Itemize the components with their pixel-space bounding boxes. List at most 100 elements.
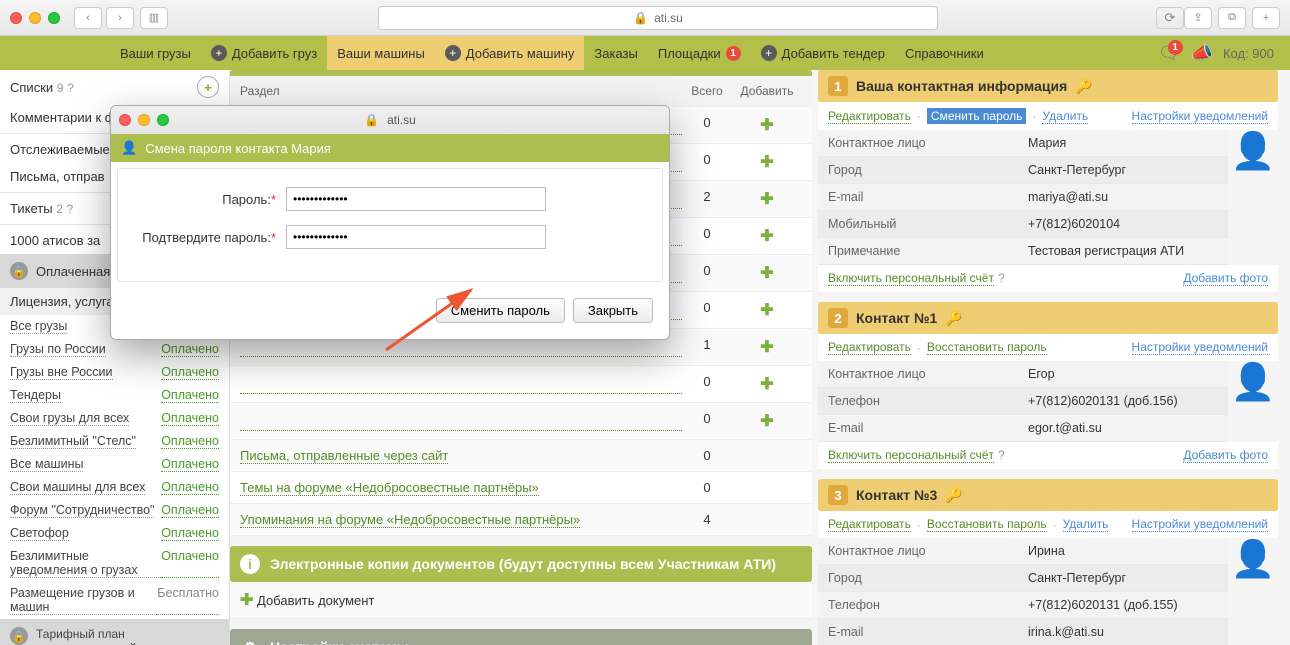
- change-password-button[interactable]: Сменить пароль: [436, 298, 565, 323]
- add-button[interactable]: ✚: [732, 411, 802, 431]
- add-button[interactable]: ✚: [732, 263, 802, 283]
- service-link[interactable]: Все грузы: [10, 319, 67, 334]
- service-link[interactable]: Свои машины для всех: [10, 480, 145, 495]
- messages-icon[interactable]: 🗨1: [1158, 43, 1181, 64]
- reload-button[interactable]: ⟳: [1156, 7, 1184, 29]
- add-button[interactable]: ✚: [732, 115, 802, 135]
- service-link[interactable]: Безлимитные уведомления о грузах: [10, 549, 161, 578]
- edit-link[interactable]: Редактировать: [828, 517, 911, 532]
- sidebar-service-item[interactable]: Грузы вне РоссииОплачено: [0, 361, 229, 384]
- restore-password-link[interactable]: Восстановить пароль: [927, 517, 1047, 532]
- add-button[interactable]: ✚: [732, 374, 802, 394]
- section-link[interactable]: Письма, отправленные через сайт: [240, 448, 448, 464]
- nav-add-cargo[interactable]: +Добавить груз: [201, 36, 327, 70]
- sidebar-service-item[interactable]: ТендерыОплачено: [0, 384, 229, 407]
- nav-orders[interactable]: Заказы: [584, 36, 647, 70]
- delete-link[interactable]: Удалить: [1063, 517, 1109, 532]
- enable-personal-link[interactable]: Включить персональный счёт: [828, 448, 994, 463]
- add-button[interactable]: ✚: [732, 189, 802, 209]
- section-link[interactable]: Упоминания на форуме «Недобросовестные п…: [240, 512, 580, 528]
- edit-link[interactable]: Редактировать: [828, 340, 911, 355]
- nav-add-tender[interactable]: +Добавить тендер: [751, 36, 895, 70]
- card-footer: Включить персональный счёт ?Добавить фот…: [818, 265, 1278, 292]
- sidebar-tariff-sms[interactable]: 🔒Тарифный план sms-уведомлений: [0, 619, 229, 645]
- sidebar-service-item[interactable]: Размещение грузов и машинБесплатно: [0, 582, 229, 619]
- restore-password-link[interactable]: Восстановить пароль: [927, 340, 1047, 355]
- service-link[interactable]: Тендеры: [10, 388, 61, 403]
- section-link[interactable]: [240, 374, 682, 394]
- row-total: 0: [682, 152, 732, 172]
- confirm-password-input[interactable]: [286, 225, 546, 249]
- modal-url: ati.su: [387, 113, 416, 127]
- sidebar-service-item[interactable]: Свои грузы для всехОплачено: [0, 407, 229, 430]
- modal-close-icon[interactable]: [119, 114, 131, 126]
- notifications-link[interactable]: Настройки уведомлений: [1132, 517, 1268, 532]
- add-button[interactable]: ✚: [732, 226, 802, 246]
- section-link[interactable]: [240, 411, 682, 431]
- add-document-button[interactable]: ✚ Добавить документ: [230, 582, 812, 619]
- nav-your-cargo[interactable]: Ваши грузы: [110, 36, 201, 70]
- contact-card-header: 1Ваша контактная информация 🔑: [818, 70, 1278, 102]
- notifications-link[interactable]: Настройки уведомлений: [1132, 109, 1268, 124]
- nav-your-trucks[interactable]: Ваши машины: [327, 36, 435, 70]
- enable-personal-link[interactable]: Включить персональный счёт: [828, 271, 994, 286]
- user-icon: 👤: [121, 140, 137, 156]
- info-row: ГородСанкт-Петербург: [818, 565, 1228, 592]
- edit-link[interactable]: Редактировать: [828, 109, 911, 124]
- service-link[interactable]: Грузы вне России: [10, 365, 113, 380]
- delete-link[interactable]: Удалить: [1042, 109, 1088, 124]
- share-button[interactable]: ⇪: [1184, 7, 1212, 29]
- card-actions: Редактировать · Сменить пароль · Удалить…: [818, 102, 1278, 130]
- service-link[interactable]: Форум "Сотрудничество": [10, 503, 154, 518]
- section-link[interactable]: [240, 337, 682, 357]
- service-link[interactable]: Свои грузы для всех: [10, 411, 129, 426]
- change-password-link[interactable]: Сменить пароль: [927, 108, 1027, 124]
- service-status: Оплачено: [161, 342, 219, 357]
- add-button[interactable]: ✚: [732, 337, 802, 357]
- sidebar-service-item[interactable]: СветофорОплачено: [0, 522, 229, 545]
- service-link[interactable]: Безлимитный "Стелс": [10, 434, 136, 449]
- card-footer: Включить персональный счёт ?Добавить фот…: [818, 442, 1278, 469]
- add-photo-link[interactable]: Добавить фото: [1183, 448, 1268, 463]
- sidebar-service-item[interactable]: Форум "Сотрудничество"Оплачено: [0, 499, 229, 522]
- sidebar-service-item[interactable]: Свои машины для всехОплачено: [0, 476, 229, 499]
- sidebar-service-item[interactable]: Безлимитный "Стелс"Оплачено: [0, 430, 229, 453]
- table-row: Письма, отправленные через сайт0: [230, 440, 812, 472]
- sidebar-service-item[interactable]: Грузы по России Оплачено: [0, 338, 229, 361]
- info-row: ПримечаниеТестовая регистрация АТИ: [818, 238, 1228, 265]
- tabs-button[interactable]: ⧉: [1218, 7, 1246, 29]
- info-row: E-mailirina.k@ati.su: [818, 619, 1228, 645]
- new-tab-button[interactable]: +: [1252, 7, 1280, 29]
- megaphone-icon[interactable]: 📣: [1191, 43, 1213, 64]
- service-link[interactable]: Все машины: [10, 457, 83, 472]
- nav-add-truck[interactable]: +Добавить машину: [435, 36, 585, 70]
- modal-header: 👤 Смена пароля контакта Мария: [111, 134, 669, 162]
- close-window-icon[interactable]: [10, 12, 22, 24]
- sidebar-service-item[interactable]: Безлимитные уведомления о грузахОплачено: [0, 545, 229, 582]
- notifications-link[interactable]: Настройки уведомлений: [1132, 340, 1268, 355]
- service-link[interactable]: Светофор: [10, 526, 69, 541]
- password-input[interactable]: [286, 187, 546, 211]
- add-button[interactable]: ✚: [732, 152, 802, 172]
- section-link[interactable]: Темы на форуме «Недобросовестные партнёр…: [240, 480, 539, 496]
- sidebar-item-lists[interactable]: Списки 9 ? +: [0, 70, 229, 104]
- service-link[interactable]: Грузы по России: [10, 342, 106, 357]
- sidebar-service-item[interactable]: Все машиныОплачено: [0, 453, 229, 476]
- service-link[interactable]: Размещение грузов и машин: [10, 586, 157, 615]
- add-list-button[interactable]: +: [197, 76, 219, 98]
- nav-marketplaces[interactable]: Площадки1: [648, 36, 751, 70]
- nav-directories[interactable]: Справочники: [895, 36, 994, 70]
- address-bar[interactable]: 🔒 ati.su: [378, 6, 938, 30]
- close-button[interactable]: Закрыть: [573, 298, 653, 323]
- forward-button[interactable]: ›: [106, 7, 134, 29]
- back-button[interactable]: ‹: [74, 7, 102, 29]
- sidebar-toggle-icon[interactable]: ▥: [140, 7, 168, 29]
- table-row: 0✚: [230, 403, 812, 440]
- add-photo-link[interactable]: Добавить фото: [1183, 271, 1268, 286]
- confirm-password-label: Подтвердите пароль:*: [136, 230, 286, 245]
- maximize-window-icon[interactable]: [48, 12, 60, 24]
- minimize-window-icon[interactable]: [29, 12, 41, 24]
- modal-maximize-icon[interactable]: [157, 114, 169, 126]
- modal-minimize-icon[interactable]: [138, 114, 150, 126]
- add-button[interactable]: ✚: [732, 300, 802, 320]
